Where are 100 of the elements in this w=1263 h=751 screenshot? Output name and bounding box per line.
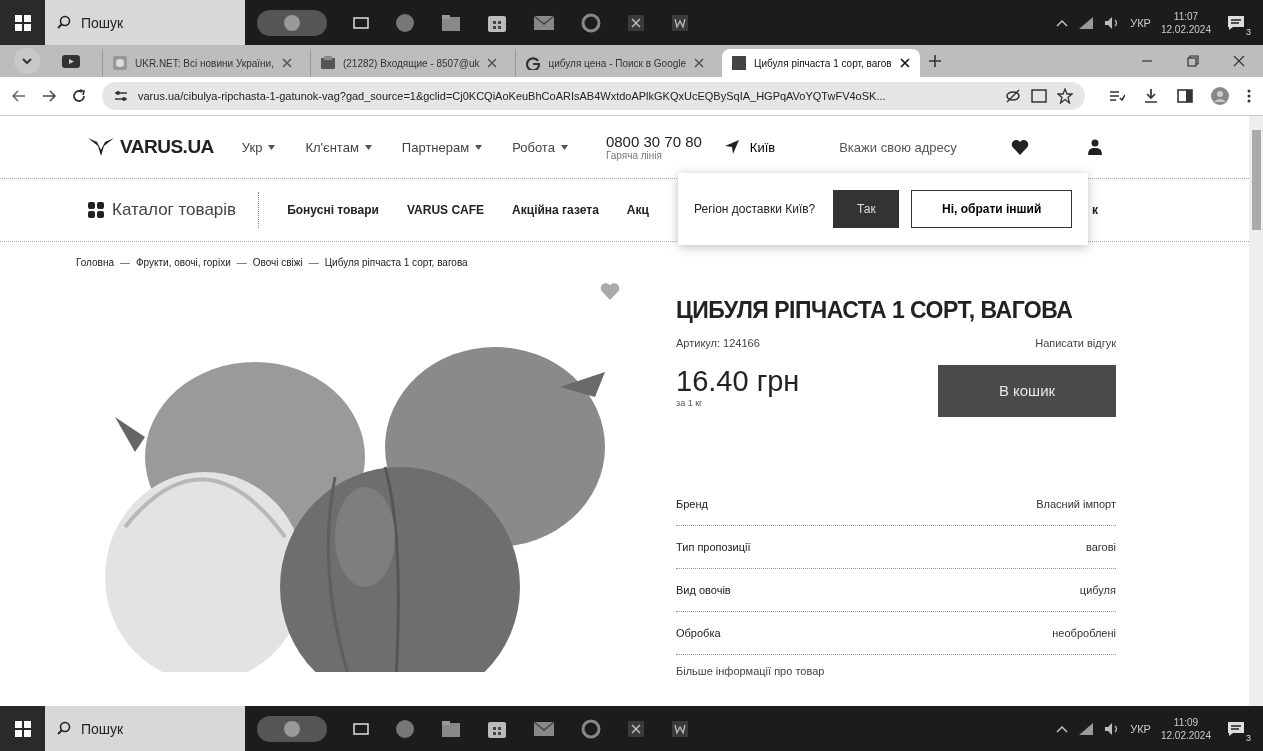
task-view-icon[interactable] — [353, 14, 369, 31]
media-queue-icon[interactable] — [1109, 89, 1125, 103]
heart-icon[interactable] — [1011, 139, 1030, 155]
choose-other-button[interactable]: Ні, обрати інший — [911, 190, 1072, 228]
restore-icon[interactable] — [1187, 55, 1199, 67]
favicon-icon — [320, 56, 335, 70]
side-panel-icon[interactable] — [1177, 89, 1193, 103]
spec-value: необроблені — [1052, 626, 1116, 639]
language-indicator[interactable]: УКР — [1130, 722, 1151, 735]
breadcrumb-separator: — — [120, 256, 130, 268]
notification-count: 3 — [1246, 26, 1251, 37]
language-indicator[interactable]: УКР — [1130, 16, 1151, 29]
scroll-thumb[interactable] — [1251, 130, 1261, 230]
notification-icon[interactable] — [1227, 14, 1245, 31]
notification-icon[interactable] — [1227, 720, 1245, 737]
site-settings-icon[interactable] — [114, 90, 128, 102]
network-icon[interactable] — [1078, 721, 1095, 736]
clock-date[interactable]: 12.02.2024 — [1160, 728, 1211, 742]
chevron-up-icon[interactable] — [1056, 724, 1069, 733]
mail-icon[interactable] — [533, 14, 555, 31]
windows-icon[interactable] — [14, 720, 31, 737]
catalog-button[interactable]: Каталог товарів — [88, 192, 260, 228]
close-icon[interactable] — [1233, 55, 1245, 67]
spec-value: вагові — [1086, 540, 1116, 553]
address-bar[interactable]: varus.ua/cibulya-ripchasta-1-gatunok-vag?gad_source=1&gclid=Cj0KCQiAoKeuBhCoARIsAB4WxtdoAPlkGKQxUcEQBySqIA_HGPqAVoYQTwFV4oSK... — [102, 82, 1085, 110]
spec-value: цибуля — [1079, 583, 1116, 596]
clock-date[interactable]: 12.02.2024 — [1160, 22, 1211, 36]
caret-icon — [268, 144, 276, 150]
confirm-button[interactable]: Так — [833, 190, 900, 228]
spec-label: Тип пропозиції — [676, 540, 751, 553]
leaf-logo-icon — [88, 138, 114, 156]
city-selector[interactable]: Київ — [723, 139, 776, 155]
windows-icon[interactable] — [14, 14, 31, 31]
document-icon[interactable] — [671, 13, 689, 32]
popup-question: Регіон доставки Київ? — [694, 202, 816, 216]
nav-link[interactable]: VARUS CAFE — [406, 203, 485, 217]
breadcrumb-link[interactable]: Фрукти, овочі, горіхи — [136, 256, 231, 268]
price-unit: за 1 кг — [676, 397, 704, 408]
review-link[interactable]: Написати відгук — [1035, 336, 1116, 349]
task-view-icon[interactable] — [353, 720, 369, 737]
nav-link[interactable]: к — [1091, 203, 1098, 217]
spreadsheet-icon[interactable] — [627, 719, 645, 738]
grid-icon — [88, 202, 104, 218]
reload-icon[interactable] — [72, 89, 86, 103]
browser-icon[interactable] — [581, 718, 601, 739]
menu-dropdown[interactable]: Укр — [241, 139, 276, 155]
breadcrumb-link[interactable]: Цибуля ріпчаста 1 сорт, вагова — [324, 256, 468, 268]
search-field[interactable]: Пошук — [45, 706, 245, 751]
caret-icon — [475, 144, 483, 150]
favicon-icon — [113, 56, 127, 70]
spec-label: Вид овочів — [676, 583, 731, 596]
star-icon[interactable] — [1057, 88, 1073, 104]
scrollbar[interactable] — [1249, 116, 1263, 706]
nav-link[interactable]: Бонусні товари — [287, 203, 379, 217]
sku-text: Артикул: 124166 — [676, 336, 760, 349]
avatar-icon[interactable] — [1211, 87, 1229, 105]
search-field[interactable]: Пошук — [45, 0, 245, 45]
download-icon[interactable] — [1143, 88, 1159, 104]
chevron-up-icon[interactable] — [1056, 18, 1069, 27]
mail-icon[interactable] — [533, 720, 555, 737]
site-logo[interactable]: VARUS.UA — [120, 136, 214, 158]
caret-icon — [364, 144, 372, 150]
phone-caption: Гаряча лінія — [605, 150, 663, 161]
phone-number[interactable]: 0800 30 70 80 — [605, 133, 702, 150]
new-tab-icon[interactable] — [927, 54, 942, 68]
close-icon[interactable] — [899, 58, 910, 68]
breadcrumb-separator: — — [236, 256, 247, 268]
breadcrumb-link[interactable]: Овочі свіжі — [252, 256, 303, 268]
spec-label: Бренд — [676, 497, 708, 510]
menu-dropdown[interactable]: Робота — [512, 139, 568, 155]
menu-dropdown[interactable]: Партнерам — [401, 139, 483, 155]
document-icon[interactable] — [671, 719, 689, 738]
more-info-link[interactable]: Більше інформації про товар — [676, 664, 1116, 677]
nav-link[interactable]: Акційна газета — [512, 203, 599, 217]
tab-search-icon[interactable] — [14, 48, 40, 74]
forward-icon[interactable] — [42, 90, 56, 102]
folder-icon[interactable] — [441, 13, 461, 32]
spec-label: Обробка — [676, 626, 721, 639]
spreadsheet-icon[interactable] — [627, 13, 645, 32]
add-to-cart-button[interactable]: В кошик — [938, 364, 1116, 417]
network-icon[interactable] — [1078, 15, 1095, 30]
browser-tab[interactable]: Цибуля ріпчаста 1 сорт, вагов — [722, 49, 920, 77]
clock-time[interactable]: 11:07 — [1173, 9, 1199, 23]
location-arrow-icon — [723, 139, 740, 155]
user-icon[interactable] — [1087, 139, 1104, 155]
browser-icon[interactable] — [581, 12, 601, 33]
back-icon[interactable] — [12, 90, 26, 102]
favicon-icon — [732, 56, 747, 70]
nav-link[interactable]: Акц — [626, 203, 649, 217]
menu-dropdown[interactable]: Кл'єнтам — [305, 139, 372, 155]
price: 16.40 грн — [676, 364, 800, 398]
more-icon[interactable] — [1247, 89, 1251, 103]
breadcrumb-link[interactable]: Головна — [76, 256, 114, 268]
breadcrumb-separator: — — [308, 256, 319, 268]
favicon-icon — [526, 56, 541, 70]
clock-time[interactable]: 11:09 — [1173, 715, 1199, 729]
product-title: ЦИБУЛЯ РІПЧАСТА 1 СОРТ, ВАГОВА — [676, 296, 1073, 325]
eye-off-icon[interactable] — [1005, 89, 1021, 103]
video-icon[interactable] — [62, 54, 80, 68]
folder-icon[interactable] — [441, 719, 461, 738]
